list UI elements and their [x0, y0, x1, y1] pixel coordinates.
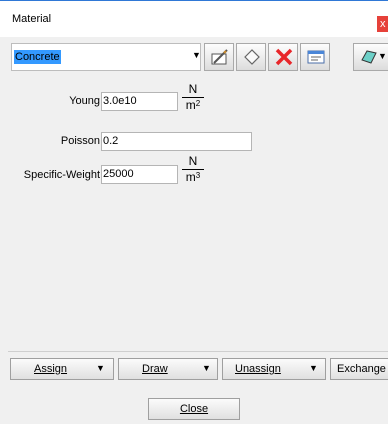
draw-button-label: Draw: [142, 363, 168, 375]
assign-button-label: Assign: [34, 363, 68, 375]
young-unit-exponent: 2: [195, 99, 201, 108]
young-unit-numerator: N: [188, 82, 198, 96]
material-window: Material x Concrete ▼ ▼ Young 3.0e10 N m…: [0, 0, 388, 424]
material-select[interactable]: Concrete ▼: [11, 43, 201, 71]
specific-weight-input[interactable]: 25000: [101, 165, 178, 184]
exchange-button-label: Exchange: [337, 363, 386, 375]
edit-icon: [211, 49, 228, 65]
delete-icon: [275, 48, 293, 66]
unassign-button[interactable]: Unassign ▼: [222, 358, 326, 380]
properties-icon: [307, 50, 325, 64]
specific-weight-label: Specific-Weight: [23, 169, 100, 181]
window-title: Material: [12, 13, 52, 25]
young-input[interactable]: 3.0e10: [101, 92, 178, 111]
delete-material-button[interactable]: [268, 43, 298, 71]
specific-weight-unit-denominator: m: [185, 170, 196, 184]
edit-material-button[interactable]: [204, 43, 234, 71]
young-unit-denominator: m: [185, 98, 196, 112]
chevron-down-icon[interactable]: ▼: [192, 50, 201, 60]
young-unit: N m2: [182, 83, 204, 112]
material-select-value: Concrete: [14, 50, 61, 64]
specific-weight-unit-numerator: N: [188, 154, 198, 168]
unassign-button-label: Unassign: [235, 363, 281, 375]
material-properties-button[interactable]: [300, 43, 330, 71]
chevron-down-icon[interactable]: ▼: [309, 363, 318, 373]
poisson-input[interactable]: 0.2: [101, 132, 252, 151]
young-label: Young: [69, 95, 100, 107]
divider: [8, 351, 388, 352]
window-close-button[interactable]: x: [377, 16, 388, 32]
close-button-label: Close: [179, 403, 209, 415]
specific-weight-unit-exponent: 3: [195, 171, 201, 180]
draw-button[interactable]: Draw ▼: [118, 358, 218, 380]
exchange-button[interactable]: Exchange: [330, 358, 388, 380]
new-material-button[interactable]: [236, 43, 266, 71]
assign-button[interactable]: Assign ▼: [10, 358, 114, 380]
new-material-icon: [244, 49, 260, 65]
close-button[interactable]: Close: [148, 398, 240, 420]
chevron-down-icon: ▼: [378, 51, 387, 61]
chevron-down-icon[interactable]: ▼: [202, 363, 211, 373]
tools-dropdown-icon: [361, 50, 377, 64]
title-bar[interactable]: Material x: [0, 0, 388, 37]
specific-weight-unit: N m3: [182, 155, 204, 184]
chevron-down-icon[interactable]: ▼: [96, 363, 105, 373]
dialog-client-area: Concrete ▼ ▼ Young 3.0e10 N m2 Poisson 0…: [0, 37, 388, 424]
tools-dropdown-button[interactable]: ▼: [353, 43, 388, 71]
poisson-label: Poisson: [60, 135, 100, 147]
